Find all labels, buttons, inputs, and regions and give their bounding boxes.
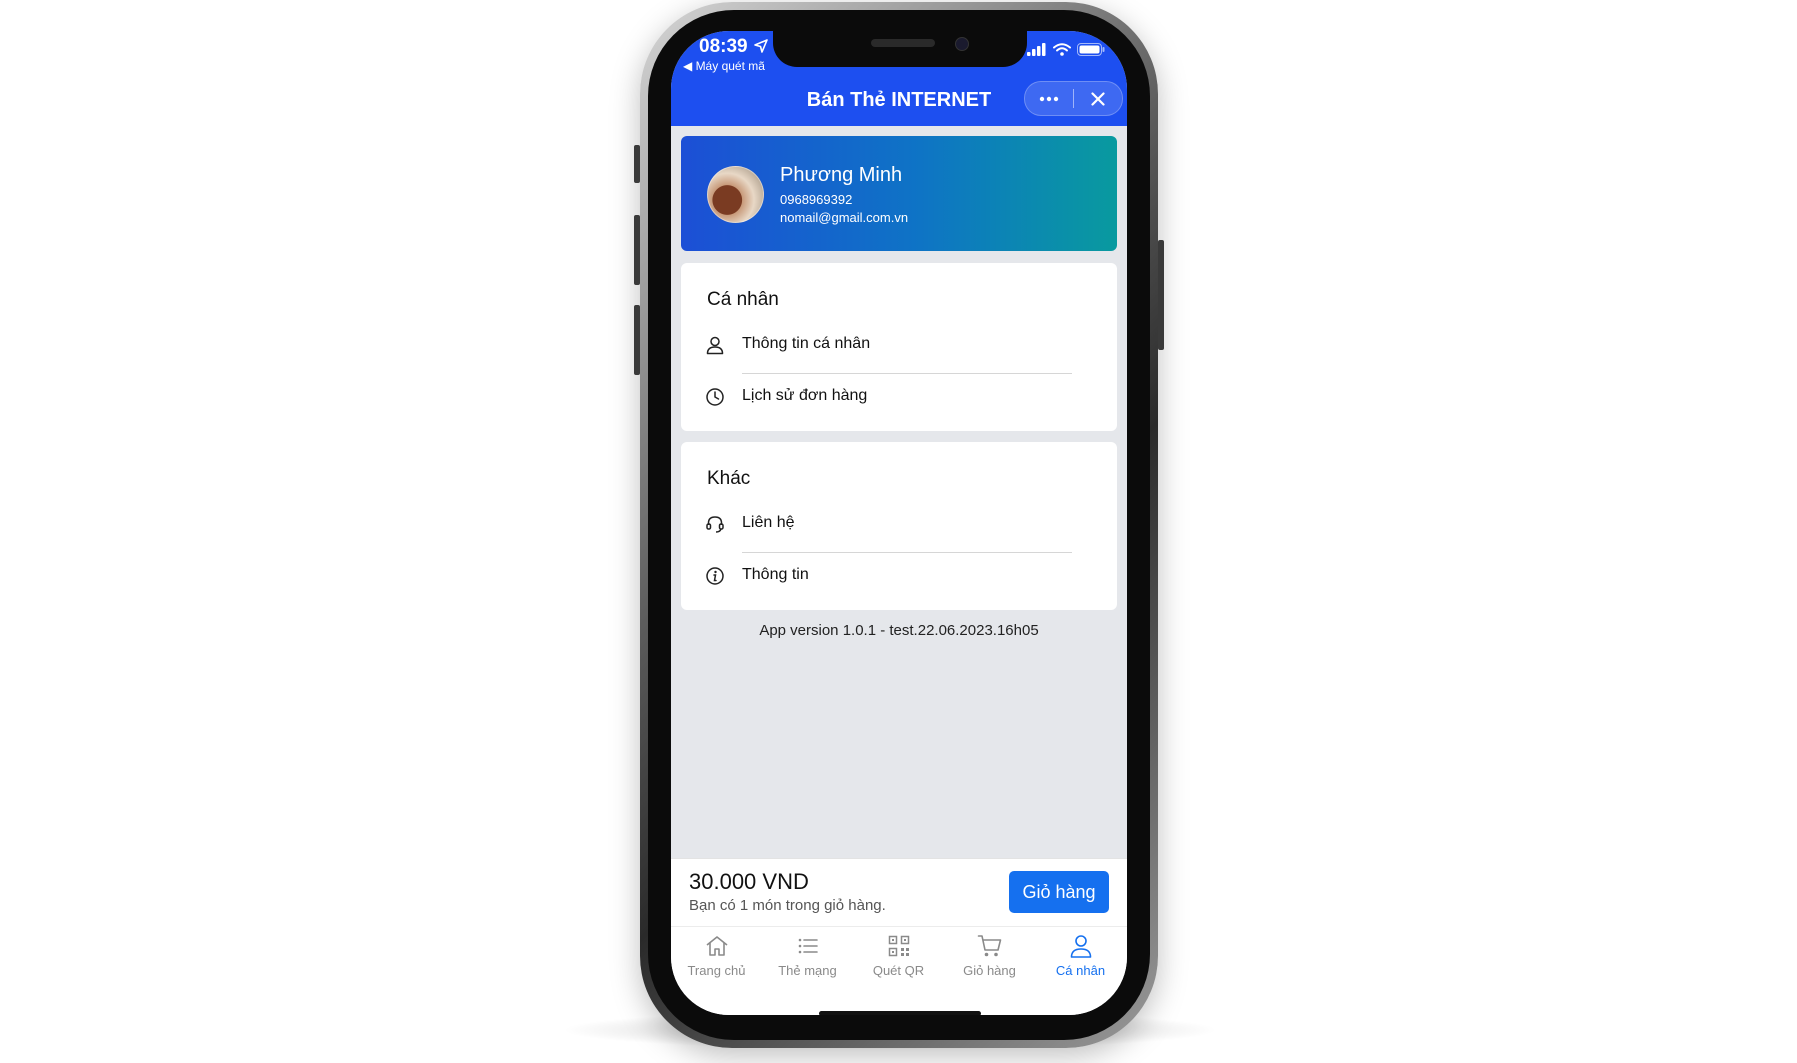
menu-item-info[interactable]: Thông tin: [681, 554, 1117, 598]
profile-name: Phương Minh: [780, 164, 903, 186]
tab-cards[interactable]: Thẻ mạng: [762, 927, 853, 987]
tab-label: Cá nhân: [1055, 963, 1106, 978]
header-bar: 08:39 ◀ Máy quét mã Bán Thẻ INTERNET: [671, 31, 1127, 126]
system-icons: [1027, 43, 1105, 56]
tab-label: Thẻ mạng: [778, 963, 837, 978]
menu-item-label: Thông tin cá nhân: [742, 335, 871, 352]
section-title-personal: Cá nhân: [707, 289, 779, 310]
wifi-icon: [1053, 43, 1071, 56]
status-time: 08:39: [699, 36, 748, 57]
volume-down-button: [634, 305, 640, 375]
close-button[interactable]: [1074, 82, 1122, 115]
qr-code-icon: [888, 935, 910, 957]
tab-label: Giỏ hàng: [963, 963, 1016, 978]
tab-scan-qr[interactable]: Quét QR: [853, 927, 944, 987]
profile-phone: 0968969392: [780, 192, 853, 207]
tab-profile[interactable]: Cá nhân: [1035, 927, 1126, 987]
phone-screen: 08:39 ◀ Máy quét mã Bán Thẻ INTERNET Phư…: [671, 31, 1127, 1015]
user-icon: [706, 336, 724, 355]
menu-item-contact[interactable]: Liên hệ: [681, 502, 1117, 546]
location-arrow-icon: [754, 39, 768, 53]
info-icon: [706, 567, 724, 585]
notch: [773, 31, 1027, 67]
tab-label: Quét QR: [872, 963, 925, 978]
list-icon: [798, 938, 818, 954]
divider: [742, 373, 1072, 374]
battery-icon: [1077, 43, 1105, 56]
cart-button[interactable]: Giỏ hàng: [1009, 871, 1109, 913]
signal-icon: [1027, 43, 1046, 56]
more-dots-icon: [1039, 96, 1059, 101]
cart-total: 30.000 VND: [689, 869, 809, 894]
avatar: [707, 166, 764, 223]
power-button: [1158, 240, 1164, 350]
home-indicator[interactable]: [819, 1011, 981, 1015]
volume-up-button: [634, 215, 640, 285]
user-icon: [1070, 935, 1092, 958]
tab-label: Trang chủ: [687, 963, 746, 978]
menu-item-label: Lịch sử đơn hàng: [742, 387, 868, 404]
profile-card[interactable]: Phương Minh 0968969392 nomail@gmail.com.…: [681, 136, 1117, 251]
front-camera: [955, 37, 969, 51]
menu-item-order-history[interactable]: Lịch sử đơn hàng: [681, 375, 1117, 419]
section-title-other: Khác: [707, 468, 751, 489]
bottom-tab-bar: Trang chủ Thẻ mạng Quét QR Giỏ hàng Cá n…: [671, 926, 1127, 1015]
menu-item-personal-info[interactable]: Thông tin cá nhân: [681, 323, 1117, 367]
other-section: Khác Liên hệ Thông tin: [681, 442, 1117, 610]
headset-icon: [706, 516, 724, 533]
cart-summary-bar: 30.000 VND Bạn có 1 món trong giỏ hàng. …: [671, 858, 1127, 927]
divider: [742, 552, 1072, 553]
clock-icon: [706, 388, 724, 406]
cart-icon: [977, 935, 1002, 957]
personal-section: Cá nhân Thông tin cá nhân Lịch sử đơn hà…: [681, 263, 1117, 431]
home-icon: [706, 936, 728, 956]
profile-email: nomail@gmail.com.vn: [780, 210, 909, 225]
tab-cart[interactable]: Giỏ hàng: [944, 927, 1035, 987]
app-version-text: App version 1.0.1 - test.22.06.2023.16h0…: [759, 622, 1039, 639]
menu-item-label: Thông tin: [742, 566, 809, 583]
menu-item-label: Liên hệ: [742, 514, 795, 531]
back-to-app-link[interactable]: ◀ Máy quét mã: [683, 59, 765, 73]
more-button[interactable]: [1025, 82, 1073, 115]
mute-switch: [634, 145, 640, 183]
close-icon: [1091, 91, 1105, 106]
cart-note: Bạn có 1 món trong giỏ hàng.: [689, 897, 886, 914]
speaker: [871, 39, 935, 47]
mini-app-capsule: [1024, 81, 1123, 116]
tab-home[interactable]: Trang chủ: [671, 927, 762, 987]
